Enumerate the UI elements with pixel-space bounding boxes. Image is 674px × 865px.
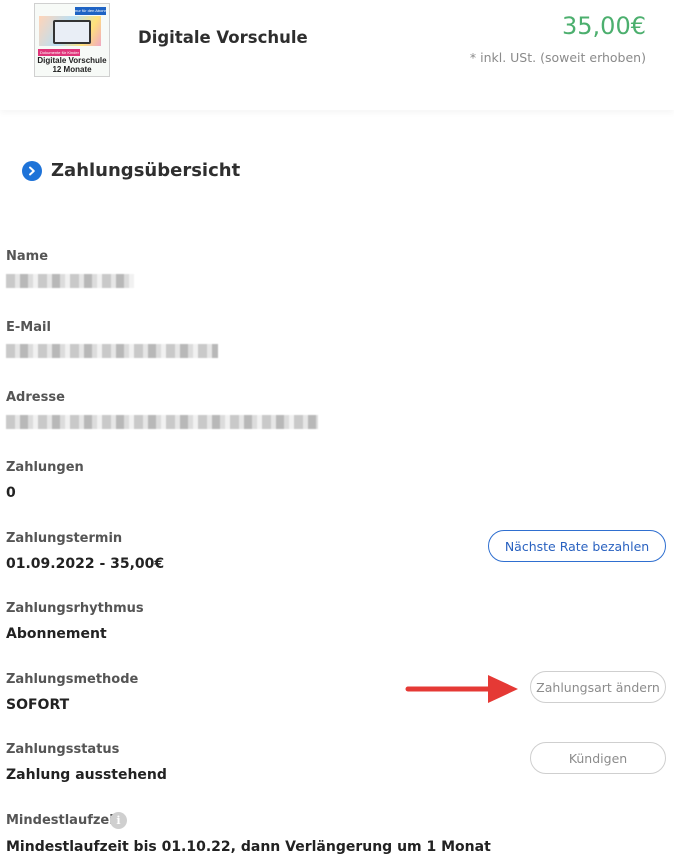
red-arrow-icon bbox=[405, 675, 518, 703]
thumbnail-artwork bbox=[39, 16, 101, 46]
thumbnail-subtitle: 12 Monate bbox=[52, 65, 92, 74]
pay-next-rate-button[interactable]: Nächste Rate bezahlen bbox=[488, 530, 666, 562]
payments-value: 0 bbox=[6, 485, 16, 501]
min-term-label: Mindestlaufzeit bbox=[6, 813, 120, 828]
payments-label: Zahlungen bbox=[6, 460, 84, 475]
min-term-value: Mindestlaufzeit bis 01.10.22, dann Verlä… bbox=[6, 839, 491, 855]
tax-note: * inkl. USt. (soweit erhoben) bbox=[469, 50, 646, 65]
rhythm-value: Abonnement bbox=[6, 626, 107, 642]
section-header: Zahlungsübersicht bbox=[22, 160, 240, 181]
product-header: nur für den Abonnement Dokumente für Kin… bbox=[0, 0, 674, 110]
address-value-redacted bbox=[6, 415, 318, 429]
payment-status-value: Zahlung ausstehend bbox=[6, 767, 167, 783]
address-label: Adresse bbox=[6, 390, 65, 405]
email-value-redacted bbox=[6, 344, 218, 358]
product-thumbnail: nur für den Abonnement Dokumente für Kin… bbox=[34, 3, 110, 77]
section-title: Zahlungsübersicht bbox=[51, 160, 241, 181]
thumbnail-badge: Dokumente für Kinder bbox=[38, 49, 80, 56]
product-name: Digitale Vorschule bbox=[138, 28, 308, 47]
name-value-redacted bbox=[6, 274, 134, 288]
due-date-label: Zahlungstermin bbox=[6, 531, 123, 546]
chevron-right-circle-icon bbox=[22, 160, 42, 181]
payment-method-label: Zahlungsmethode bbox=[6, 672, 139, 687]
change-payment-method-button[interactable]: Zahlungsart ändern bbox=[530, 671, 666, 703]
thumbnail-title: Digitale Vorschule bbox=[37, 56, 107, 65]
cancel-subscription-button[interactable]: Kündigen bbox=[530, 742, 666, 774]
thumbnail-top-label: nur für den Abonnement bbox=[75, 7, 106, 15]
info-icon[interactable]: i bbox=[110, 812, 127, 829]
product-price: 35,00€ bbox=[562, 12, 646, 40]
payment-status-label: Zahlungsstatus bbox=[6, 742, 120, 757]
payment-method-value: SOFORT bbox=[6, 697, 70, 713]
name-label: Name bbox=[6, 249, 49, 264]
email-label: E-Mail bbox=[6, 320, 51, 335]
rhythm-label: Zahlungsrhythmus bbox=[6, 601, 144, 616]
due-date-value: 01.09.2022 - 35,00€ bbox=[6, 556, 165, 572]
